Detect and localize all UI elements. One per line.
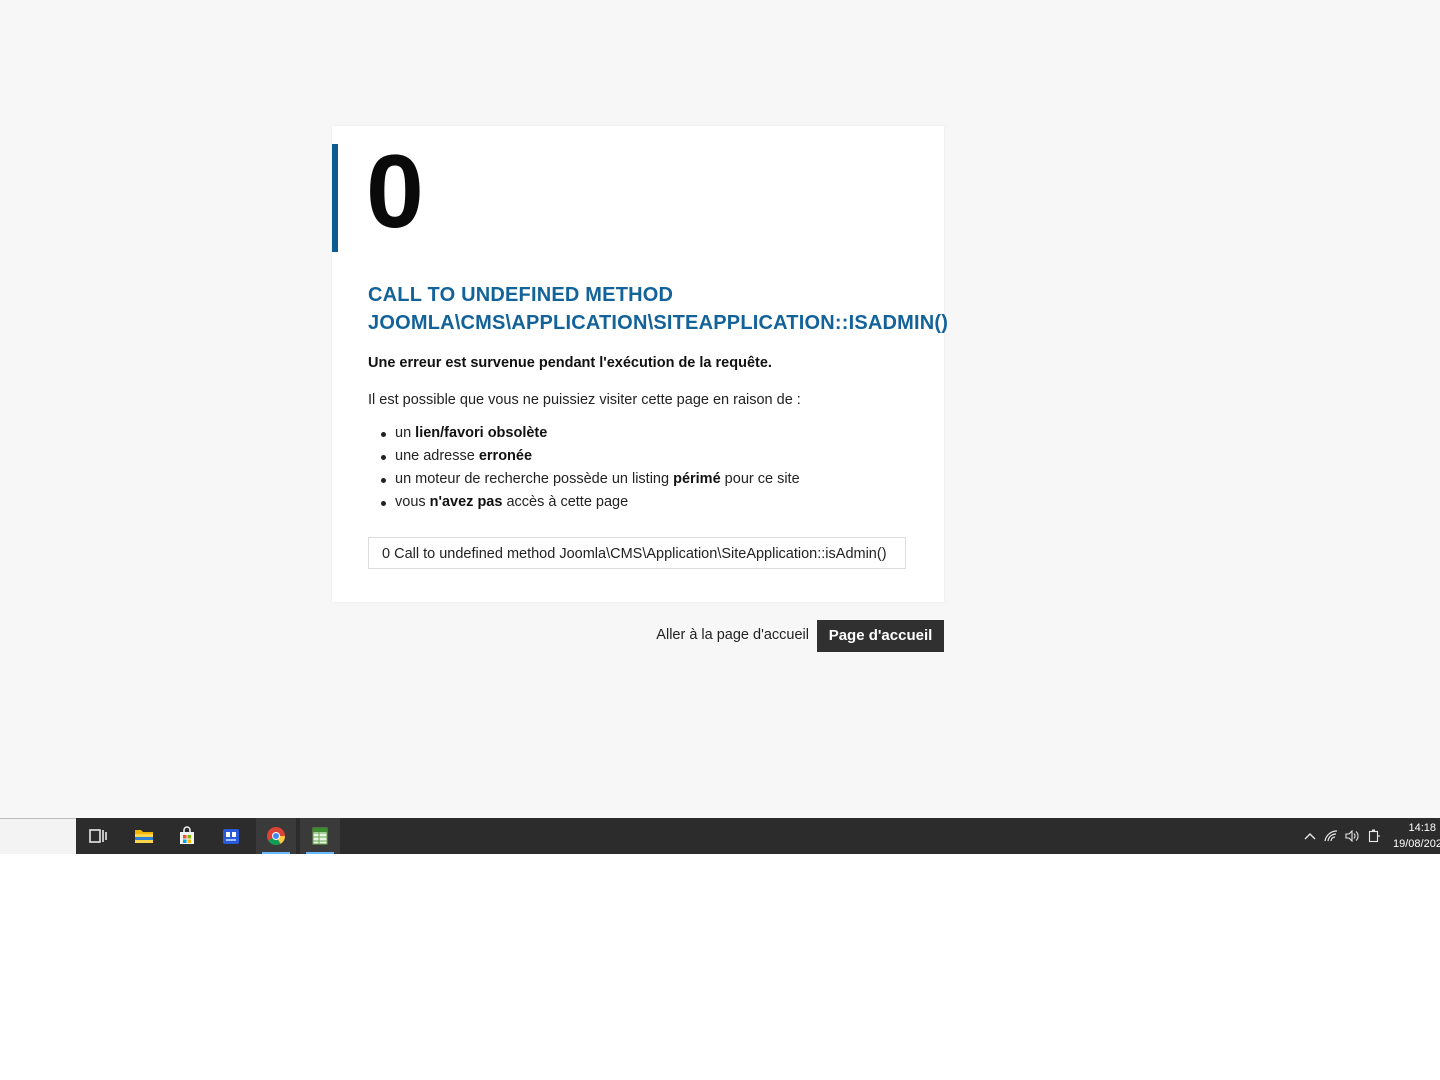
- file-explorer-icon[interactable]: [124, 818, 164, 854]
- error-card: 0 CALL TO UNDEFINED METHOD JOOMLA\CMS\AP…: [332, 126, 948, 602]
- clock-date: 19/08/2024: [1393, 838, 1440, 850]
- spreadsheet-app-icon[interactable]: [300, 818, 340, 854]
- home-button[interactable]: Page d'accueil: [817, 620, 944, 652]
- battery-icon[interactable]: [1364, 818, 1384, 854]
- clock[interactable]: 14:18 19/08/2024: [1392, 820, 1440, 852]
- home-label: Aller à la page d'accueil: [656, 627, 809, 643]
- error-title-line2: JOOMLA\CMS\APPLICATION\SITEAPPLICATION::…: [368, 312, 949, 334]
- accent-bar: [332, 144, 338, 252]
- wifi-icon[interactable]: [1320, 818, 1342, 854]
- microsoft-store-icon[interactable]: [167, 818, 207, 854]
- list-item: une adresse erronée: [381, 445, 800, 468]
- error-title: CALL TO UNDEFINED METHOD JOOMLA\CMS\APPL…: [368, 281, 1008, 337]
- volume-icon[interactable]: [1342, 818, 1362, 854]
- reasons-list: un lien/favori obsolète une adresse erro…: [368, 422, 800, 514]
- error-title-line1: CALL TO UNDEFINED METHOD: [368, 284, 674, 306]
- taskbar-search-box[interactable]: [0, 818, 76, 854]
- home-row: Aller à la page d'accueil Page d'accueil: [0, 620, 944, 652]
- error-code: 0: [366, 134, 424, 250]
- list-item: un moteur de recherche possède un listin…: [381, 468, 800, 491]
- taskbar: 14:18 19/08/2024: [0, 818, 1440, 854]
- list-item: un lien/favori obsolète: [381, 422, 800, 445]
- list-item: vous n'avez pas accès à cette page: [381, 491, 800, 514]
- store-app-icon[interactable]: [211, 818, 251, 854]
- chrome-icon[interactable]: [256, 818, 296, 854]
- task-view-icon[interactable]: [78, 818, 118, 854]
- error-lead: Une erreur est survenue pendant l'exécut…: [368, 355, 772, 371]
- error-intro: Il est possible que vous ne puissiez vis…: [368, 392, 801, 408]
- clock-time: 14:18: [1408, 822, 1436, 834]
- chevron-up-icon[interactable]: [1300, 818, 1320, 854]
- system-tray: 14:18 19/08/2024: [1300, 818, 1440, 854]
- browser-page: 0 CALL TO UNDEFINED METHOD JOOMLA\CMS\AP…: [0, 0, 1440, 818]
- error-trace-box: 0 Call to undefined method Joomla\CMS\Ap…: [368, 537, 906, 569]
